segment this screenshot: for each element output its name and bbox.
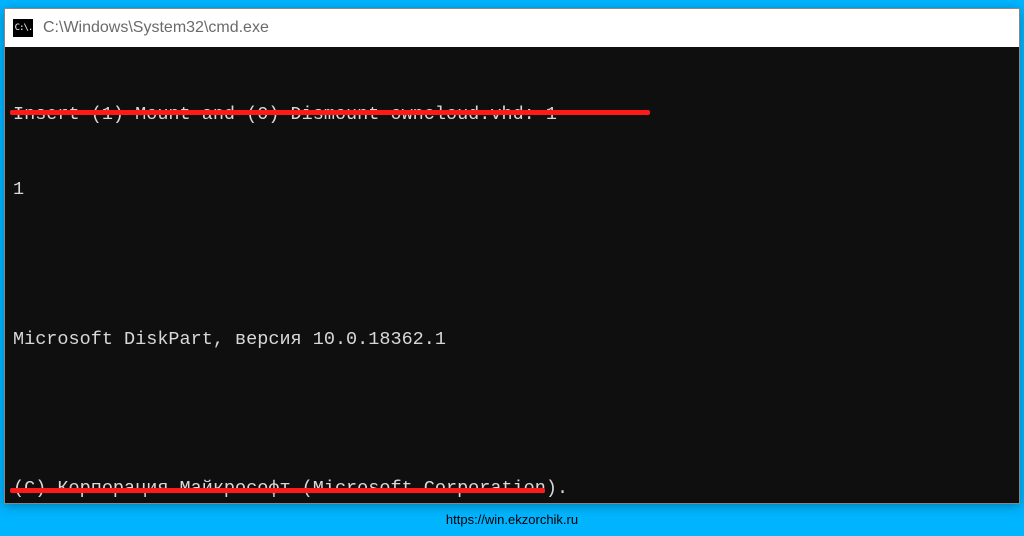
cmd-icon: C:\. [13,19,33,37]
window-title: C:\Windows\System32\cmd.exe [43,19,269,37]
terminal-line: 1 [13,178,1011,203]
window-titlebar[interactable]: C:\. C:\Windows\System32\cmd.exe [5,9,1019,47]
terminal-output[interactable]: Insert (1) Mount and (0) Dismount ownclo… [5,47,1019,503]
annotation-underline-1 [10,110,650,115]
terminal-line: Insert (1) Mount and (0) Dismount ownclo… [13,103,1011,128]
footer-link: https://win.ekzorchik.ru [0,512,1024,527]
terminal-line [13,403,1011,428]
cmd-window: C:\. C:\Windows\System32\cmd.exe Insert … [4,8,1020,504]
terminal-line [13,253,1011,278]
annotation-underline-2 [10,488,545,493]
terminal-line: Microsoft DiskPart, версия 10.0.18362.1 [13,328,1011,353]
